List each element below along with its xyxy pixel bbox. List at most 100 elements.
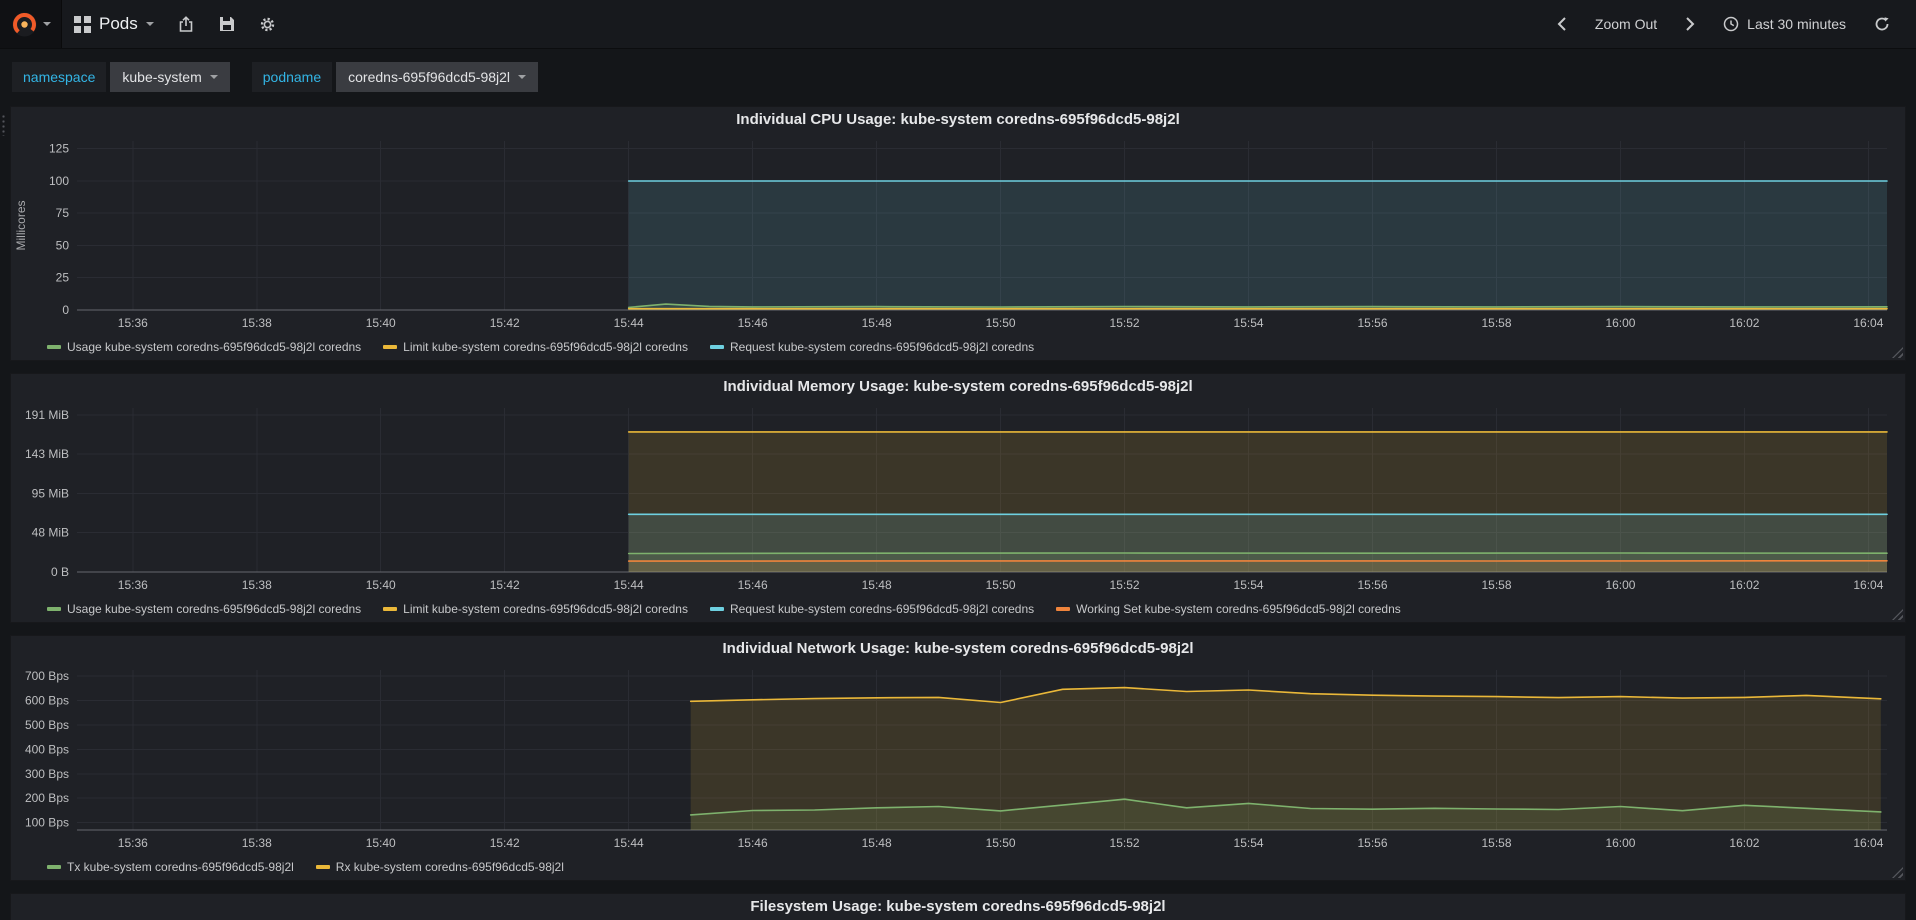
legend-series-label: Usage kube-system coredns-695f96dcd5-98j… (67, 340, 362, 354)
svg-text:15:44: 15:44 (614, 836, 644, 850)
dashboard-caret-icon (145, 22, 154, 30)
chevron-left-icon (1557, 17, 1567, 31)
panel-title-filesystem[interactable]: Filesystem Usage: kube-system coredns-69… (11, 894, 1905, 920)
svg-text:15:40: 15:40 (366, 578, 396, 592)
variable-namespace-value-dropdown[interactable]: kube-system (110, 62, 230, 92)
svg-text:Millicores: Millicores (14, 200, 28, 250)
svg-text:600 Bps: 600 Bps (25, 694, 69, 708)
individual-network-usage-canvas[interactable]: 15:36 15:38 15:40 15:42 15:44 15:46 15:48 15:50… (11, 662, 1905, 854)
legend-item[interactable]: Request kube-system coredns-695f96dcd5-9… (709, 602, 1035, 616)
legend-item[interactable]: Limit kube-system coredns-695f96dcd5-98j… (383, 340, 688, 354)
svg-text:15:54: 15:54 (1234, 578, 1264, 592)
time-range-button[interactable]: Last 30 minutes (1711, 0, 1858, 48)
legend-series-label: Request kube-system coredns-695f96dcd5-9… (729, 602, 1035, 616)
svg-text:400 Bps: 400 Bps (25, 742, 69, 756)
zoom-out-button[interactable]: Zoom Out (1583, 0, 1669, 48)
svg-text:15:56: 15:56 (1357, 578, 1387, 592)
legend-series-color-icon (1056, 607, 1071, 611)
time-range-label: Last 30 minutes (1747, 16, 1846, 32)
svg-text:15:48: 15:48 (862, 578, 892, 592)
grafana-logo-icon (11, 11, 38, 38)
svg-text:200 Bps: 200 Bps (25, 791, 69, 805)
share-button[interactable] (166, 0, 207, 48)
zoom-next-button[interactable] (1673, 0, 1707, 48)
svg-text:15:42: 15:42 (490, 316, 520, 330)
logo-caret-icon (42, 22, 51, 30)
legend-series-label: Tx kube-system coredns-695f96dcd5-98j2l (67, 860, 294, 874)
svg-text:16:02: 16:02 (1729, 578, 1759, 592)
legend-item[interactable]: Tx kube-system coredns-695f96dcd5-98j2l (47, 860, 294, 874)
save-button[interactable] (207, 0, 247, 48)
svg-text:15:50: 15:50 (986, 316, 1016, 330)
settings-button[interactable] (247, 0, 288, 48)
refresh-button[interactable] (1862, 0, 1902, 48)
svg-text:15:38: 15:38 (242, 836, 272, 850)
legend-item[interactable]: Rx kube-system coredns-695f96dcd5-98j2l (315, 860, 564, 874)
navbar: Pods Zoom Out Last 30 minutes (0, 0, 1916, 49)
grafana-main-menu-button[interactable] (0, 0, 62, 48)
save-floppy-icon (219, 16, 235, 32)
legend-series-color-icon (383, 345, 398, 349)
svg-text:100: 100 (49, 174, 69, 188)
legend-series-color-icon (383, 607, 398, 611)
row-drag-handle[interactable] (1, 114, 6, 136)
legend-series-color-icon (709, 607, 724, 611)
legend-series-label: Working Set kube-system coredns-695f96dc… (1076, 602, 1401, 616)
legend-item[interactable]: Limit kube-system coredns-695f96dcd5-98j… (383, 602, 688, 616)
cpu-usage-chart[interactable]: 15:36 15:38 15:40 15:42 15:44 15:46 15:48 15:50… (11, 133, 1905, 334)
svg-text:15:46: 15:46 (738, 578, 768, 592)
panel-title-memory[interactable]: Individual Memory Usage: kube-system cor… (11, 374, 1905, 400)
network-usage-chart[interactable]: 15:36 15:38 15:40 15:42 15:44 15:46 15:48 15:50… (11, 662, 1905, 854)
individual-memory-usage-canvas[interactable]: 15:36 15:38 15:40 15:42 15:44 15:46 15:48 15:50… (11, 400, 1905, 596)
svg-text:191 MiB: 191 MiB (25, 408, 69, 422)
svg-text:0 B: 0 B (51, 565, 69, 579)
svg-text:15:38: 15:38 (242, 316, 272, 330)
variable-podname-value: coredns-695f96dcd5-98j2l (348, 69, 511, 85)
svg-text:16:02: 16:02 (1729, 316, 1759, 330)
svg-text:15:56: 15:56 (1357, 836, 1387, 850)
memory-usage-chart[interactable]: 15:36 15:38 15:40 15:42 15:44 15:46 15:48 15:50… (11, 400, 1905, 596)
svg-text:15:42: 15:42 (490, 836, 520, 850)
svg-text:15:54: 15:54 (1234, 836, 1264, 850)
network-usage-panel: Individual Network Usage: kube-system co… (10, 635, 1906, 881)
legend-series-color-icon (47, 345, 61, 349)
svg-text:100 Bps: 100 Bps (25, 816, 69, 830)
svg-text:15:46: 15:46 (738, 316, 768, 330)
legend-series-label: Usage kube-system coredns-695f96dcd5-98j… (67, 602, 362, 616)
network-usage-legend: Tx kube-system coredns-695f96dcd5-98j2l R… (11, 854, 1905, 880)
zoom-prev-button[interactable] (1545, 0, 1579, 48)
svg-text:15:52: 15:52 (1110, 836, 1140, 850)
svg-text:15:44: 15:44 (614, 316, 644, 330)
refresh-icon (1874, 16, 1890, 32)
svg-text:15:40: 15:40 (366, 836, 396, 850)
chevron-down-icon (518, 75, 527, 83)
svg-text:15:48: 15:48 (862, 316, 892, 330)
variable-podname-label: podname (251, 62, 333, 92)
svg-text:0: 0 (62, 303, 69, 317)
legend-series-color-icon (709, 345, 724, 349)
cpu-usage-panel: Individual CPU Usage: kube-system coredn… (10, 106, 1906, 361)
svg-text:125: 125 (49, 142, 69, 156)
dashboard-picker[interactable]: Pods (62, 0, 166, 48)
panel-title-cpu[interactable]: Individual CPU Usage: kube-system coredn… (11, 107, 1905, 133)
legend-series-color-icon (315, 865, 330, 869)
svg-text:48 MiB: 48 MiB (32, 526, 69, 540)
legend-series-color-icon (47, 865, 61, 869)
legend-item[interactable]: Request kube-system coredns-695f96dcd5-9… (709, 340, 1034, 354)
svg-text:16:02: 16:02 (1729, 836, 1759, 850)
cpu-usage-legend: Usage kube-system coredns-695f96dcd5-98j… (11, 334, 1905, 360)
legend-item[interactable]: Usage kube-system coredns-695f96dcd5-98j… (47, 602, 361, 616)
svg-text:500 Bps: 500 Bps (25, 718, 69, 732)
legend-item[interactable]: Working Set kube-system coredns-695f96dc… (1056, 602, 1401, 616)
share-icon (178, 15, 195, 33)
variable-podname-value-dropdown[interactable]: coredns-695f96dcd5-98j2l (336, 62, 539, 92)
individual-cpu-usage-canvas[interactable]: 15:36 15:38 15:40 15:42 15:44 15:46 15:48 15:50… (11, 133, 1905, 334)
chevron-down-icon (209, 75, 218, 83)
svg-text:25: 25 (56, 271, 70, 285)
variable-namespace-label: namespace (12, 62, 107, 92)
template-variables-row: namespace kube-system podname coredns-69… (0, 49, 1916, 106)
panel-title-network[interactable]: Individual Network Usage: kube-system co… (11, 636, 1905, 662)
legend-item[interactable]: Usage kube-system coredns-695f96dcd5-98j… (47, 340, 361, 354)
svg-text:15:52: 15:52 (1110, 578, 1140, 592)
dashboards-grid-icon (74, 15, 91, 33)
